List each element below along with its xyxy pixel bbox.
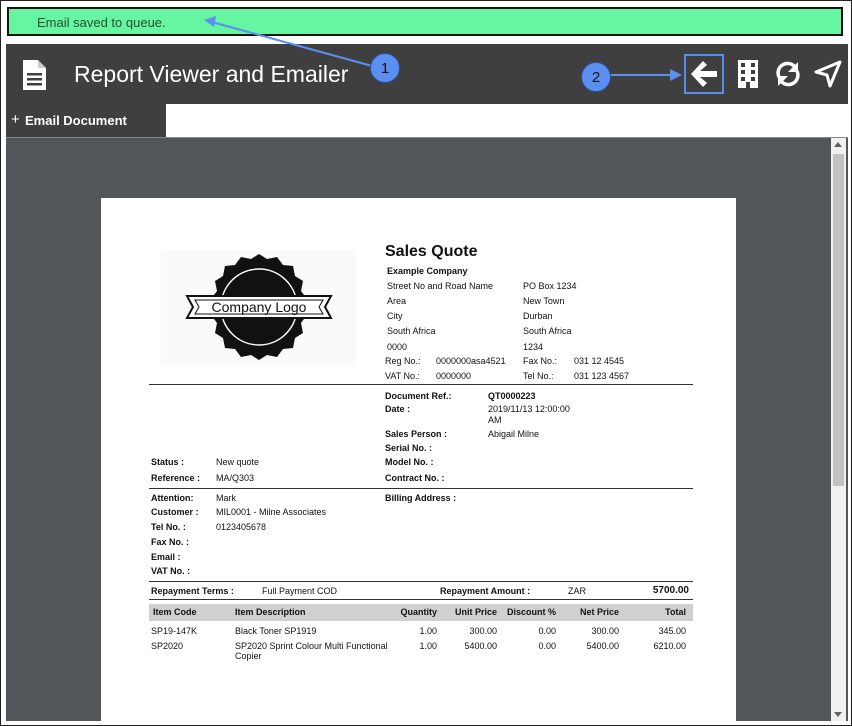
divider	[149, 488, 693, 489]
document-page: Company Logo Sales Quote Example Company…	[101, 198, 736, 721]
tel-no-value: 031 123 4567	[574, 371, 630, 381]
customer-value: MIL0001 - Milne Associates	[216, 507, 327, 517]
item-code: SP2020	[151, 641, 184, 651]
date-label: Date :	[385, 404, 411, 414]
billing-address-label: Billing Address :	[385, 493, 457, 503]
status-label: Status :	[151, 457, 185, 467]
scroll-thumb[interactable]	[833, 154, 844, 486]
customer-tel-value: 0123405678	[216, 522, 267, 532]
item-quantity: 1.00	[419, 641, 437, 651]
company-logo: Company Logo	[161, 250, 356, 365]
vat-no-value: 0000000	[436, 371, 472, 381]
document-title: Sales Quote	[385, 243, 478, 260]
reference-label: Reference :	[151, 473, 201, 483]
scroll-up-icon[interactable]	[834, 142, 842, 147]
fax-no-label: Fax No.:	[523, 356, 558, 366]
company-country-2: South Africa	[523, 326, 572, 336]
company-city-2: Durban	[523, 311, 553, 321]
tel-no-label: Tel No.:	[523, 371, 554, 381]
repayment-amount-value: 5700.00	[652, 585, 689, 596]
report-viewer[interactable]: Company Logo Sales Quote Example Company…	[6, 138, 848, 721]
plus-icon: +	[11, 111, 20, 128]
reg-no-value: 0000000asa4521	[436, 356, 506, 366]
attention-value: Mark	[216, 493, 236, 503]
item-unit-price: 5400.00	[464, 641, 497, 651]
vertical-scrollbar[interactable]	[831, 138, 846, 721]
item-discount: 0.00	[538, 641, 556, 651]
item-quantity: 1.00	[419, 626, 437, 636]
model-no-label: Model No. :	[385, 457, 434, 467]
repayment-currency: ZAR	[568, 586, 586, 596]
item-description: Black Toner SP1919	[235, 626, 317, 636]
item-net-price: 300.00	[591, 626, 619, 636]
divider	[149, 384, 693, 385]
fax-no-value: 031 12 4545	[574, 356, 625, 366]
date-value-line2: AM	[488, 415, 502, 425]
sales-person-value: Abigail Milne	[488, 429, 540, 439]
col-header-quantity: Quantity	[400, 607, 437, 617]
company-name: Example Company	[387, 266, 468, 276]
company-street: Street No and Road Name	[387, 281, 494, 291]
col-header-unit-price: Unit Price	[454, 607, 497, 617]
tab-email-document[interactable]: + Email Document	[6, 104, 166, 137]
item-code: SP19-147K	[151, 626, 198, 636]
company-postal: 0000	[387, 342, 408, 352]
customer-fax-label: Fax No. :	[151, 537, 190, 547]
reg-no-label: Reg No.:	[385, 356, 421, 366]
scroll-down-icon[interactable]	[834, 712, 842, 717]
tab-bar: + Email Document	[6, 104, 848, 138]
company-area: Area	[387, 296, 407, 306]
status-value: New quote	[216, 457, 260, 467]
item-discount: 0.00	[538, 626, 556, 636]
company-po-box: PO Box 1234	[523, 281, 577, 291]
col-header-net-price: Net Price	[579, 607, 619, 617]
repayment-amount-label: Repayment Amount :	[440, 586, 531, 596]
customer-email-label: Email :	[151, 552, 181, 562]
attention-label: Attention:	[151, 493, 194, 503]
col-header-total: Total	[665, 607, 686, 617]
customer-label: Customer :	[151, 507, 199, 517]
item-total: 6210.00	[653, 641, 686, 651]
logo-text: Company Logo	[212, 299, 307, 315]
item-net-price: 5400.00	[586, 641, 619, 651]
divider	[149, 581, 693, 582]
col-header-description: Item Description	[235, 607, 306, 617]
company-city: City	[387, 311, 403, 321]
repayment-terms-label: Repayment Terms :	[151, 586, 234, 596]
customer-vat-label: VAT No. :	[151, 566, 191, 576]
doc-ref-label: Document Ref.:	[385, 391, 452, 401]
item-total: 345.00	[658, 626, 686, 636]
reference-value: MA/Q303	[216, 473, 255, 483]
tab-label: Email Document	[25, 113, 127, 128]
callout-marker-1: 1	[370, 53, 400, 83]
vat-no-label: VAT No.:	[385, 371, 421, 381]
item-description-line2: Copier	[235, 651, 262, 661]
col-header-item-code: Item Code	[153, 607, 197, 617]
serial-no-label: Serial No. :	[385, 443, 433, 453]
company-country: South Africa	[387, 326, 436, 336]
divider	[149, 599, 693, 600]
col-header-discount: Discount %	[506, 607, 556, 617]
item-description: SP2020 Sprint Colour Multi Functional	[235, 641, 388, 651]
customer-tel-label: Tel No. :	[151, 522, 186, 532]
contract-no-label: Contract No. :	[385, 473, 445, 483]
sales-person-label: Sales Person :	[385, 429, 448, 439]
repayment-terms-value: Full Payment COD	[262, 586, 338, 596]
date-value-line1: 2019/11/13 12:00:00	[488, 404, 570, 414]
company-town: New Town	[523, 296, 565, 306]
doc-ref-value: QT0000223	[488, 391, 536, 401]
item-unit-price: 300.00	[469, 626, 497, 636]
callout-marker-2: 2	[581, 62, 611, 92]
company-code-2: 1234	[523, 342, 544, 352]
